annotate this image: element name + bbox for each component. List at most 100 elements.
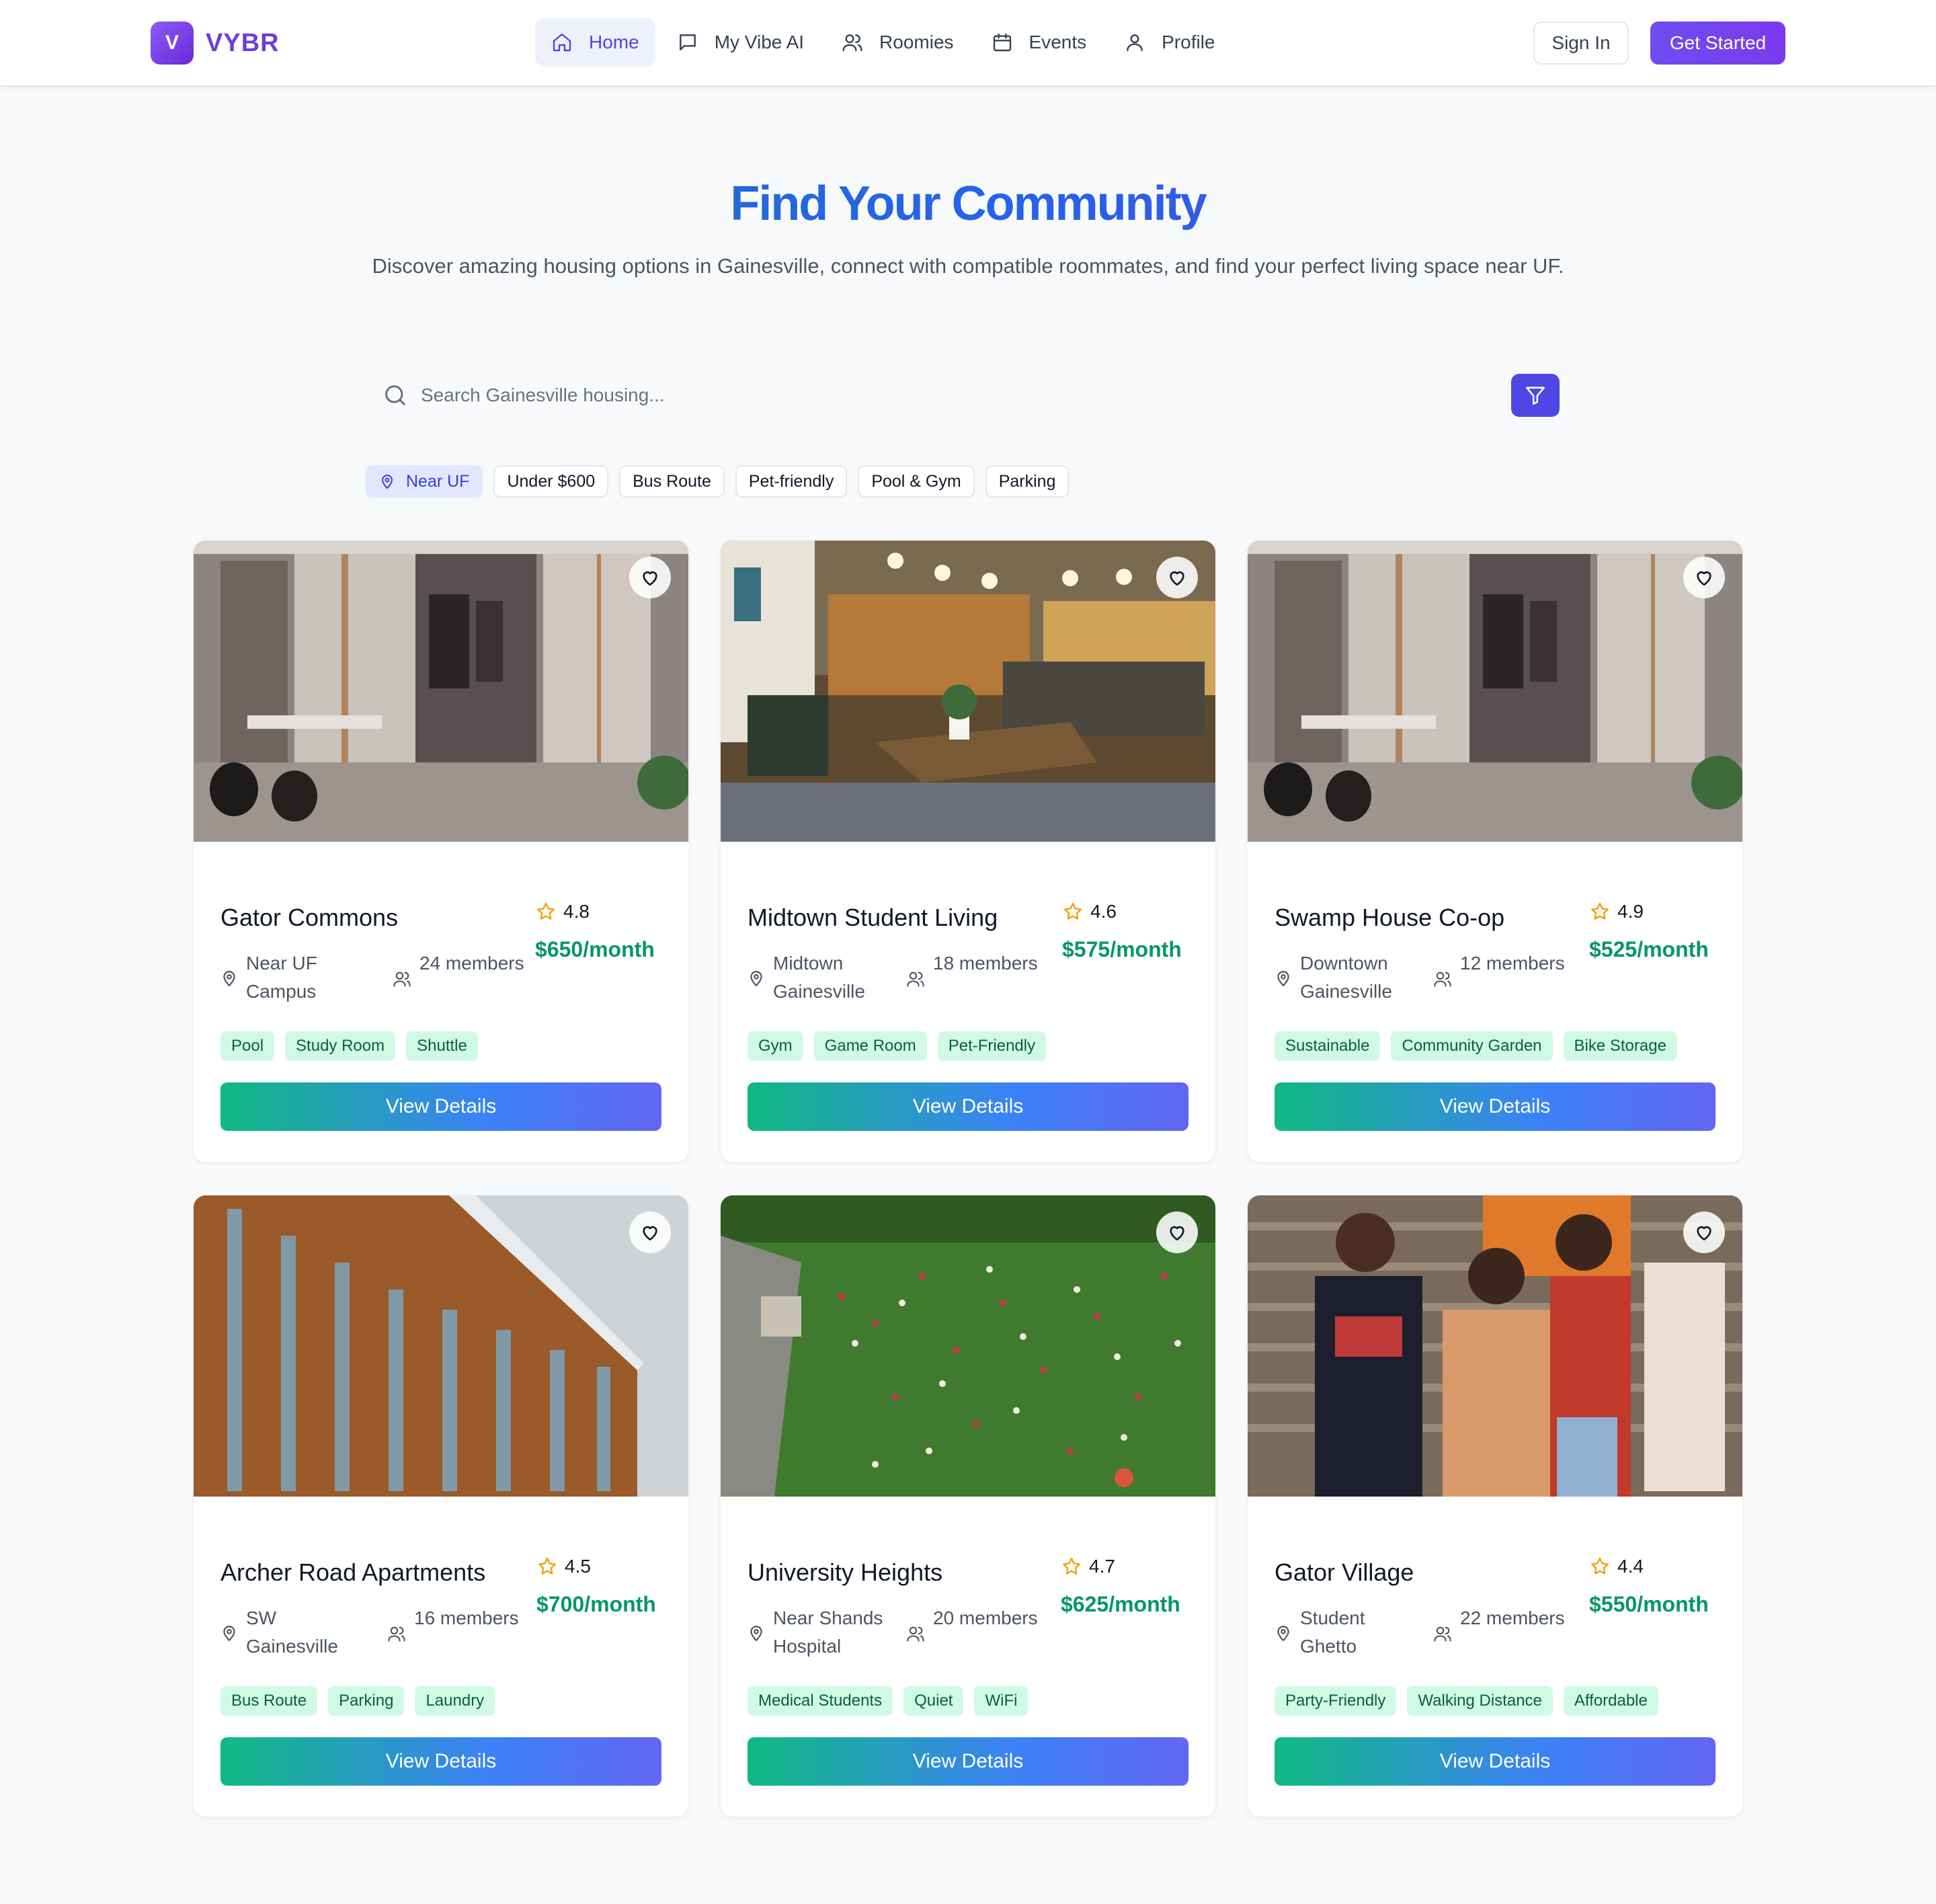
members-text: 16 members bbox=[414, 1608, 519, 1628]
filter-chip-pool-gym[interactable]: Pool & Gym bbox=[858, 465, 975, 498]
listing-price: $700/month bbox=[536, 1592, 656, 1616]
filter-chip-under-600[interactable]: Under $600 bbox=[493, 465, 609, 498]
rating-value: 4.6 bbox=[1090, 901, 1117, 922]
listing-price: $525/month bbox=[1589, 937, 1709, 961]
amenity-tag: Walking Distance bbox=[1407, 1686, 1553, 1716]
listing-card[interactable]: University Heights 4.7 $625/month Near S… bbox=[721, 1195, 1215, 1817]
logo-badge: V bbox=[151, 22, 194, 65]
filter-chip-pet-friendly[interactable]: Pet-friendly bbox=[735, 465, 848, 498]
listing-card[interactable]: Midtown Student Living 4.6 $575/month Mi… bbox=[721, 541, 1215, 1162]
star-icon bbox=[1591, 1557, 1609, 1575]
heart-icon bbox=[1697, 1226, 1711, 1240]
map-pin-icon bbox=[750, 971, 762, 987]
listing-location: SW Gainesville bbox=[220, 1604, 368, 1661]
listing-card[interactable]: Swamp House Co-op 4.9 $525/month Downtow… bbox=[1248, 541, 1742, 1162]
brand-name: VYBR bbox=[206, 28, 280, 57]
listing-tags: Pool Study Room Shuttle bbox=[220, 1031, 489, 1061]
nav-item-my-vibe-ai[interactable]: My Vibe AI bbox=[661, 18, 820, 67]
location-text: Student Ghetto bbox=[1300, 1608, 1365, 1657]
listing-tags: Medical Students Quiet WiFi bbox=[748, 1686, 1039, 1716]
view-details-button[interactable]: View Details bbox=[1275, 1082, 1716, 1131]
chat-icon bbox=[679, 34, 696, 50]
view-details-button[interactable]: View Details bbox=[1275, 1737, 1716, 1786]
view-details-button[interactable]: View Details bbox=[220, 1082, 661, 1131]
listing-card[interactable]: Archer Road Apartments 4.5 $700/month SW… bbox=[194, 1195, 688, 1817]
listing-location: Near UF Campus bbox=[220, 949, 368, 1006]
amenity-tag: Pool bbox=[220, 1031, 275, 1061]
brand-logo[interactable]: V VYBR bbox=[151, 22, 280, 65]
listing-tags: Party-Friendly Walking Distance Affordab… bbox=[1275, 1686, 1669, 1716]
map-pin-icon bbox=[1277, 971, 1289, 987]
listing-rating: 4.7 bbox=[1061, 1556, 1115, 1577]
listing-photo bbox=[721, 541, 1215, 842]
listing-price: $625/month bbox=[1061, 1592, 1180, 1616]
get-started-button[interactable]: Get Started bbox=[1650, 22, 1785, 65]
top-navbar: V VYBR Home My Vibe AI Roomies Events Pr… bbox=[0, 0, 1936, 87]
map-pin-icon bbox=[223, 1626, 235, 1642]
nav-label: My Vibe AI bbox=[714, 32, 805, 52]
rating-value: 4.8 bbox=[563, 901, 590, 922]
favorite-button[interactable] bbox=[1683, 1212, 1725, 1253]
listing-card[interactable]: Gator Commons 4.8 $650/month Near UF Cam… bbox=[194, 541, 688, 1162]
listing-photo bbox=[1248, 541, 1742, 842]
amenity-tag: Study Room bbox=[285, 1031, 396, 1061]
filter-button[interactable] bbox=[1511, 374, 1560, 417]
location-text: Downtown Gainesville bbox=[1300, 953, 1392, 1002]
listing-name: Midtown Student Living bbox=[748, 904, 998, 931]
view-details-button[interactable]: View Details bbox=[748, 1082, 1188, 1131]
users-icon bbox=[907, 1626, 924, 1642]
listing-members: 22 members bbox=[1433, 1604, 1568, 1643]
members-text: 22 members bbox=[1460, 1608, 1565, 1628]
nav-item-roomies[interactable]: Roomies bbox=[825, 18, 969, 67]
search-input[interactable] bbox=[419, 379, 1428, 411]
favorite-button[interactable] bbox=[629, 557, 671, 598]
favorite-button[interactable] bbox=[1156, 557, 1198, 598]
listing-rating: 4.8 bbox=[535, 901, 590, 922]
users-icon bbox=[388, 1626, 405, 1642]
nav-item-events[interactable]: Events bbox=[975, 18, 1103, 67]
filter-chip-near-uf[interactable]: Near UF bbox=[366, 465, 483, 498]
listing-name: Swamp House Co-op bbox=[1275, 904, 1505, 931]
favorite-button[interactable] bbox=[1683, 557, 1725, 598]
listing-name: Gator Commons bbox=[220, 904, 399, 931]
rating-value: 4.7 bbox=[1089, 1556, 1115, 1577]
listing-tags: Sustainable Community Garden Bike Storag… bbox=[1275, 1031, 1688, 1061]
favorite-button[interactable] bbox=[1156, 1212, 1198, 1253]
nav-item-profile[interactable]: Profile bbox=[1108, 18, 1231, 67]
listing-members: 20 members bbox=[906, 1604, 1041, 1643]
amenity-tag: Medical Students bbox=[748, 1686, 893, 1716]
sign-in-button[interactable]: Sign In bbox=[1533, 22, 1629, 65]
amenity-tag: Bike Storage bbox=[1563, 1031, 1677, 1061]
listing-price: $550/month bbox=[1589, 1592, 1709, 1616]
listing-price: $650/month bbox=[535, 937, 655, 961]
filter-chip-bus-route[interactable]: Bus Route bbox=[619, 465, 725, 498]
favorite-button[interactable] bbox=[629, 1212, 671, 1253]
nav-item-home[interactable]: Home bbox=[535, 18, 655, 67]
amenity-tag: Sustainable bbox=[1275, 1031, 1381, 1061]
listing-rating: 4.9 bbox=[1589, 901, 1644, 922]
view-details-button[interactable]: View Details bbox=[748, 1737, 1188, 1786]
listing-name: Gator Village bbox=[1275, 1558, 1414, 1586]
listing-name: Archer Road Apartments bbox=[220, 1558, 486, 1586]
listing-location: Student Ghetto bbox=[1275, 1604, 1422, 1661]
page-title: Find Your Community bbox=[0, 176, 1936, 231]
rating-value: 4.5 bbox=[565, 1556, 591, 1577]
amenity-tag: Affordable bbox=[1563, 1686, 1658, 1716]
amenity-tag: Gym bbox=[748, 1031, 803, 1061]
filter-chip-parking[interactable]: Parking bbox=[985, 465, 1070, 498]
view-details-button[interactable]: View Details bbox=[220, 1737, 661, 1786]
map-pin-icon bbox=[1277, 1626, 1289, 1642]
star-icon bbox=[1064, 902, 1082, 920]
nav-label: Profile bbox=[1162, 32, 1215, 52]
nav-label: Roomies bbox=[879, 32, 954, 52]
amenity-tag: Party-Friendly bbox=[1275, 1686, 1397, 1716]
location-text: SW Gainesville bbox=[246, 1608, 338, 1657]
home-icon bbox=[553, 33, 571, 52]
listing-card[interactable]: Gator Village 4.4 $550/month Student Ghe… bbox=[1248, 1195, 1742, 1817]
star-icon bbox=[1063, 1557, 1080, 1575]
listing-members: 24 members bbox=[393, 949, 527, 988]
map-pin-icon bbox=[381, 475, 393, 489]
members-text: 24 members bbox=[419, 953, 524, 974]
listing-members: 12 members bbox=[1433, 949, 1568, 988]
heart-icon bbox=[643, 571, 657, 586]
